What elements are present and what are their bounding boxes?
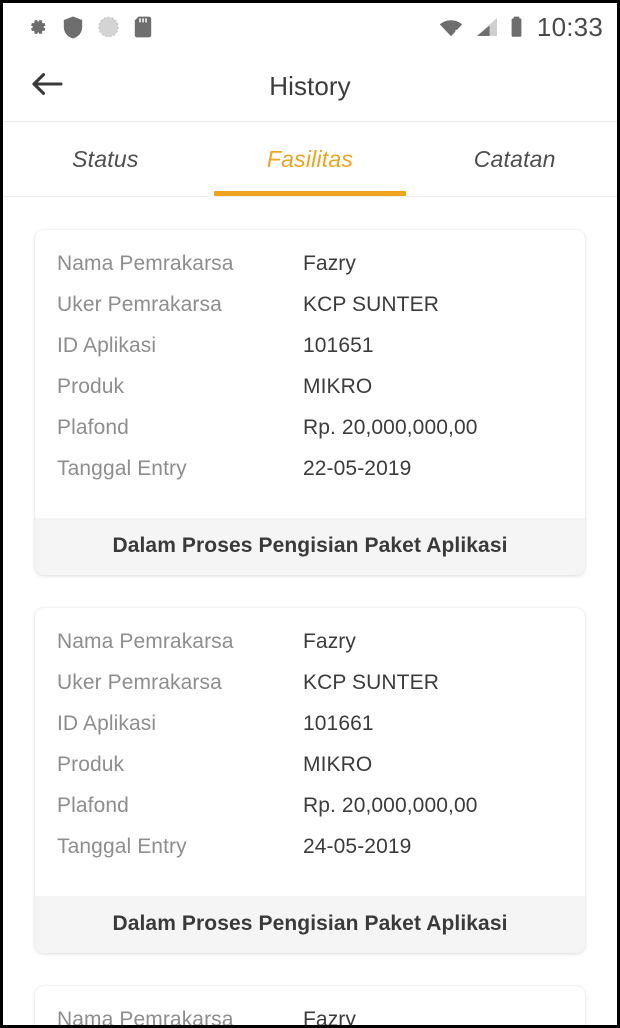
field-value: KCP SUNTER	[303, 671, 439, 694]
status-badge: Dalam Proses Pengisian Paket Aplikasi	[35, 518, 585, 575]
history-list[interactable]: Nama Pemrakarsa Fazry Uker Pemrakarsa KC…	[3, 197, 617, 1025]
field-row: ID Aplikasi 101661	[35, 712, 585, 753]
field-value: 24-05-2019	[303, 835, 412, 858]
sd-card-icon	[133, 15, 153, 39]
tab-catatan[interactable]: Catatan	[412, 122, 617, 196]
gear-icon	[25, 15, 49, 39]
status-bar: 10:33	[3, 3, 617, 51]
field-label: Nama Pemrakarsa	[57, 252, 234, 275]
tab-fasilitas-label: Fasilitas	[266, 145, 354, 172]
tab-fasilitas[interactable]: Fasilitas	[208, 122, 413, 196]
tab-indicator	[213, 191, 407, 196]
history-card[interactable]: Nama Pemrakarsa Fazry Uker Pemrakarsa KC…	[35, 230, 585, 575]
field-value: Rp. 20,000,000,00	[303, 416, 478, 439]
page-title: History	[269, 70, 351, 101]
history-card[interactable]: Nama Pemrakarsa Fazry Uker Pemrakarsa KC…	[35, 986, 585, 1025]
field-row: Uker Pemrakarsa KCP SUNTER	[35, 671, 585, 712]
field-row: Nama Pemrakarsa Fazry	[35, 630, 585, 671]
shield-icon	[62, 15, 84, 39]
back-button[interactable]	[25, 64, 69, 108]
field-label: Uker Pemrakarsa	[57, 293, 222, 316]
field-row: Tanggal Entry 24-05-2019	[35, 835, 585, 876]
field-row: Produk MIKRO	[35, 753, 585, 794]
field-value: 101651	[303, 334, 374, 357]
field-label: Uker Pemrakarsa	[57, 671, 222, 694]
field-label: Produk	[57, 375, 125, 398]
wifi-off-icon	[437, 15, 465, 39]
field-value: KCP SUNTER	[303, 293, 439, 316]
field-value: Fazry	[303, 630, 356, 653]
status-badge: Dalam Proses Pengisian Paket Aplikasi	[35, 896, 585, 953]
field-row: ID Aplikasi 101651	[35, 334, 585, 375]
field-label: ID Aplikasi	[57, 712, 157, 735]
field-row: Nama Pemrakarsa Fazry	[35, 1008, 585, 1025]
status-bar-left-icons	[25, 15, 153, 39]
status-bar-right-icons: 10:33	[437, 12, 603, 43]
field-value: Fazry	[303, 1008, 356, 1025]
history-card-fields: Nama Pemrakarsa Fazry Uker Pemrakarsa KC…	[35, 608, 585, 896]
history-card[interactable]: Nama Pemrakarsa Fazry Uker Pemrakarsa KC…	[35, 608, 585, 953]
history-card-fields: Nama Pemrakarsa Fazry Uker Pemrakarsa KC…	[35, 230, 585, 518]
field-row: Produk MIKRO	[35, 375, 585, 416]
circle-dotted-icon	[97, 15, 120, 39]
field-row: Uker Pemrakarsa KCP SUNTER	[35, 293, 585, 334]
history-card-fields: Nama Pemrakarsa Fazry Uker Pemrakarsa KC…	[35, 986, 585, 1025]
field-value: Fazry	[303, 252, 356, 275]
field-label: Tanggal Entry	[57, 457, 187, 480]
tab-status-label: Status	[72, 145, 139, 172]
field-value: Rp. 20,000,000,00	[303, 794, 478, 817]
field-value: MIKRO	[303, 753, 373, 776]
field-row: Plafond Rp. 20,000,000,00	[35, 794, 585, 835]
signal-bars-icon	[474, 15, 500, 39]
field-value: 101661	[303, 712, 374, 735]
field-value: 22-05-2019	[303, 457, 412, 480]
status-bar-clock: 10:33	[536, 11, 603, 42]
tab-bar: Status Fasilitas Catatan	[3, 122, 617, 197]
phone-screen: 10:33 History Status Fasilitas Catatan N…	[0, 0, 620, 1028]
tab-status[interactable]: Status	[3, 122, 208, 196]
field-label: Nama Pemrakarsa	[57, 1008, 234, 1025]
back-arrow-icon	[30, 70, 64, 103]
field-row: Tanggal Entry 22-05-2019	[35, 457, 585, 498]
field-label: Nama Pemrakarsa	[57, 630, 234, 653]
field-label: Plafond	[57, 416, 129, 439]
field-row: Plafond Rp. 20,000,000,00	[35, 416, 585, 457]
battery-icon	[509, 15, 524, 39]
field-row: Nama Pemrakarsa Fazry	[35, 252, 585, 293]
field-label: Plafond	[57, 794, 129, 817]
app-toolbar: History	[3, 51, 617, 122]
field-label: Produk	[57, 753, 125, 776]
field-value: MIKRO	[303, 375, 373, 398]
field-label: Tanggal Entry	[57, 835, 187, 858]
field-label: ID Aplikasi	[57, 334, 157, 357]
tab-catatan-label: Catatan	[473, 145, 556, 172]
